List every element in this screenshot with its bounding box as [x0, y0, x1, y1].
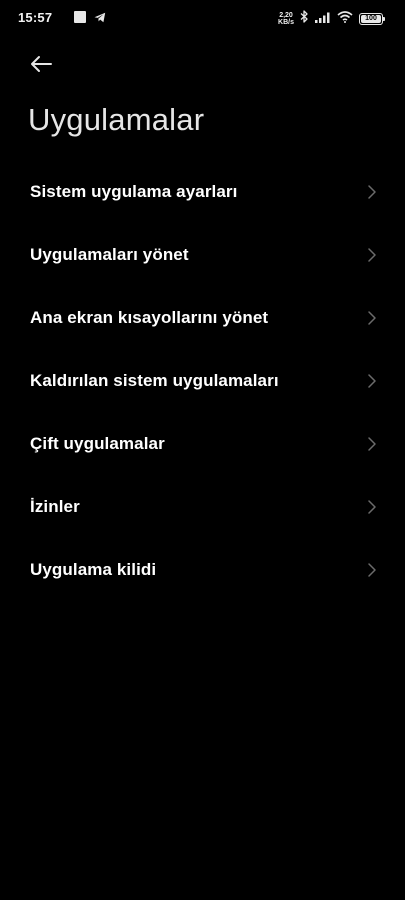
chevron-right-icon	[368, 247, 376, 262]
chevron-right-icon	[368, 184, 376, 199]
chevron-right-icon	[368, 499, 376, 514]
battery-level: 100	[361, 15, 381, 23]
notification-square-icon	[74, 11, 86, 23]
menu-item-manage-apps[interactable]: Uygulamaları yönet	[0, 223, 405, 286]
menu-item-label: İzinler	[30, 496, 80, 516]
signal-icon	[315, 10, 331, 28]
chevron-right-icon	[368, 562, 376, 577]
network-speed-unit: KB/s	[278, 19, 294, 26]
menu-item-removed-system-apps[interactable]: Kaldırılan sistem uygulamaları	[0, 349, 405, 412]
menu-item-label: Uygulamaları yönet	[30, 244, 189, 264]
menu-item-label: Kaldırılan sistem uygulamaları	[30, 370, 279, 390]
back-button[interactable]	[26, 50, 56, 78]
status-right-icons: 2,20 KB/s 100	[278, 10, 385, 28]
menu-item-label: Çift uygulamalar	[30, 433, 165, 453]
status-bar: 15:57 2,20 KB/s 100	[0, 0, 405, 36]
battery-icon: 100	[359, 13, 385, 25]
menu-item-label: Ana ekran kısayollarını yönet	[30, 307, 269, 327]
network-speed-value: 2,20	[279, 12, 293, 19]
bluetooth-icon	[300, 10, 309, 28]
wifi-icon	[337, 10, 353, 28]
menu-item-system-app-settings[interactable]: Sistem uygulama ayarları	[0, 160, 405, 223]
menu-item-home-shortcuts[interactable]: Ana ekran kısayollarını yönet	[0, 286, 405, 349]
menu-item-label: Sistem uygulama ayarları	[30, 181, 238, 201]
menu-item-permissions[interactable]: İzinler	[0, 475, 405, 538]
chevron-right-icon	[368, 373, 376, 388]
chevron-right-icon	[368, 310, 376, 325]
notification-icons	[74, 11, 106, 23]
status-time: 15:57	[18, 10, 53, 25]
menu-item-app-lock[interactable]: Uygulama kilidi	[0, 538, 405, 601]
app-screen: 15:57 2,20 KB/s 100 Uygulamalar Sistem u…	[0, 0, 405, 900]
menu-item-label: Uygulama kilidi	[30, 559, 157, 579]
menu-item-dual-apps[interactable]: Çift uygulamalar	[0, 412, 405, 475]
network-speed: 2,20 KB/s	[278, 12, 294, 26]
arrow-left-icon	[31, 56, 52, 72]
settings-menu-list: Sistem uygulama ayarları Uygulamaları yö…	[0, 160, 405, 601]
chevron-right-icon	[368, 436, 376, 451]
telegram-icon	[94, 12, 106, 23]
page-title: Uygulamalar	[28, 102, 205, 137]
